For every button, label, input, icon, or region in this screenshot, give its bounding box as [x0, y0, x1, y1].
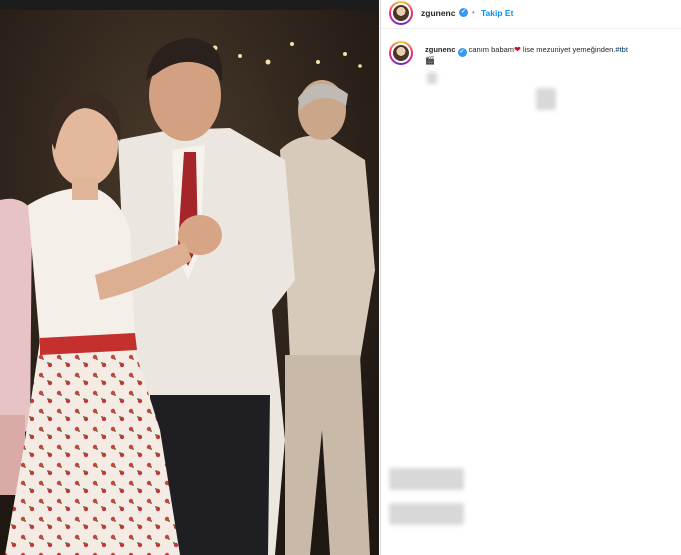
- blurred-element: [427, 72, 437, 84]
- blurred-element: [389, 503, 464, 525]
- caption-text-continued: lise mezuniyet yemeğinden.: [522, 45, 616, 54]
- clapper-emoji-icon: 🎬: [425, 56, 435, 65]
- profile-avatar[interactable]: [389, 1, 413, 25]
- post-side-panel: zgunenc ✓ • Takip Et zgunenc ✓ canım bab…: [380, 0, 681, 555]
- heart-emoji-icon: ❤: [514, 45, 521, 54]
- blurred-element: [389, 468, 464, 490]
- hashtag-link[interactable]: #tbt: [615, 45, 628, 54]
- header-username[interactable]: zgunenc: [421, 8, 455, 18]
- caption-text: canım babam: [468, 45, 515, 54]
- top-dark-strip: [0, 0, 379, 10]
- header-separator: •: [472, 8, 475, 17]
- caption-verified-icon: ✓: [457, 48, 467, 57]
- post-header: zgunenc ✓ • Takip Et: [381, 0, 681, 29]
- post-caption: zgunenc ✓ canım babam❤ lise mezuniyet ye…: [425, 45, 675, 66]
- blurred-element: [536, 88, 556, 110]
- caption-avatar[interactable]: [389, 41, 413, 65]
- caption-username[interactable]: zgunenc: [425, 45, 455, 54]
- follow-button[interactable]: Takip Et: [481, 8, 513, 18]
- post-photo[interactable]: [0, 10, 379, 555]
- verified-badge-icon: ✓: [459, 8, 468, 17]
